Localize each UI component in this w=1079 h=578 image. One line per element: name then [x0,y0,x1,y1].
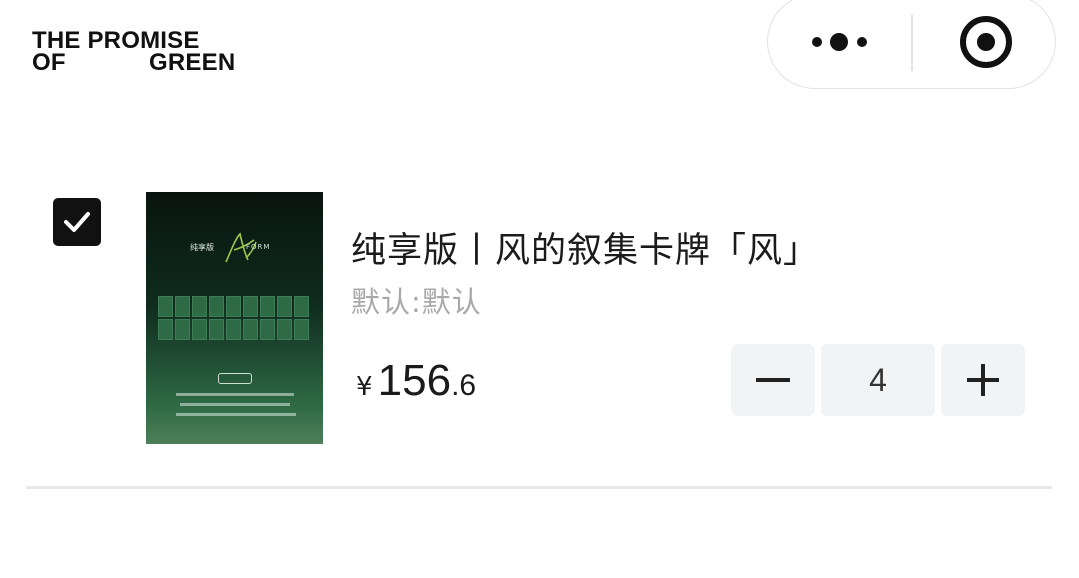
grid-cell [226,319,241,340]
close-icon-core [977,33,995,51]
grid-cell [294,296,309,317]
card-grid [158,296,310,340]
grid-cell [277,319,292,340]
grid-cell [243,319,258,340]
thumbnail-tag-right: FORM [246,243,271,251]
grid-cell [158,296,173,317]
item-checkbox[interactable] [53,198,101,246]
more-dots-icon-right [857,37,867,47]
miniprogram-capsule [767,0,1056,89]
logo-line1: THE PROMISE [32,27,200,54]
grid-cell [192,319,207,340]
logo-line2-right: GREEN [149,49,236,76]
grid-cell [277,296,292,317]
grid-cell [226,296,241,317]
more-dots-icon [812,37,822,47]
price-currency: ¥ [356,372,373,402]
grid-cell [243,296,258,317]
thumbnail-text-line [180,403,290,406]
quantity-decrease-button[interactable] [731,344,815,416]
capsule-divider [911,15,913,71]
close-button[interactable] [948,9,1014,75]
product-price: ¥ 156.6 [356,356,476,406]
grid-cell [192,296,207,317]
quantity-input[interactable]: 4 [821,344,935,416]
product-spec[interactable]: 默认:默认 [351,279,482,321]
grid-cell [294,319,309,340]
more-dots-icon-center [830,33,848,51]
item-divider [26,486,1052,489]
more-button[interactable] [788,13,888,73]
thumbnail-badge [218,373,252,384]
thumbnail-text-line [176,393,294,396]
grid-cell [209,319,224,340]
logo-line2-left: OF [32,49,66,76]
grid-cell [260,319,275,340]
brand-logo: THE PROMISE OF GREEN [32,27,272,76]
product-thumbnail[interactable]: 纯享版 FORM [146,192,323,444]
product-title[interactable]: 纯享版丨风的叙集卡牌「风」 [351,222,819,273]
thumbnail-text-line [176,413,296,416]
check-icon [64,212,90,232]
grid-cell [158,319,173,340]
price-integer: 156 [377,356,452,405]
grid-cell [175,296,190,317]
grid-cell [260,296,275,317]
thumbnail-tag-left: 纯享版 [190,243,214,252]
grid-cell [209,296,224,317]
price-decimal: .6 [451,369,477,402]
grid-cell [175,319,190,340]
quantity-increase-button[interactable] [941,344,1025,416]
